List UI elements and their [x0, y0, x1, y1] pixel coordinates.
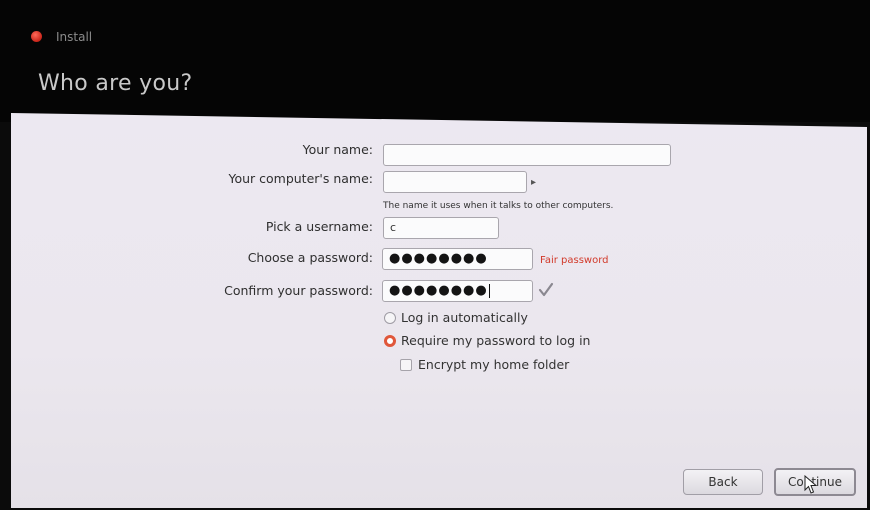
confirm-password-label: Confirm your password: [224, 283, 373, 298]
text-caret [488, 284, 490, 298]
confirm-password-value: ●●●●●●●● [389, 283, 488, 298]
page-title: Who are you? [38, 71, 193, 96]
computer-name-status-icon: ▸ [531, 177, 537, 188]
computer-name-field[interactable] [383, 171, 527, 193]
login-auto-label[interactable]: Log in automatically [401, 310, 528, 325]
app-label: Install [56, 30, 93, 44]
name-field[interactable] [383, 144, 671, 166]
mouse-pointer-icon [804, 475, 818, 494]
require-password-label[interactable]: Require my password to log in [401, 333, 590, 348]
computer-name-label: Your computer's name: [228, 171, 373, 186]
checkmark-icon [538, 282, 554, 297]
password-label: Choose a password: [247, 250, 373, 265]
installer-header: Install Who are you? [0, 0, 870, 122]
password-field[interactable]: ●●●●●●●● [382, 248, 533, 270]
computer-name-hint: The name it uses when it talks to other … [383, 201, 614, 211]
password-strength: Fair password [540, 255, 609, 266]
back-button[interactable]: Back [683, 469, 763, 495]
close-dot-icon[interactable] [31, 31, 42, 42]
who-are-you-panel: Your name: Your computer's name: ▸ The n… [11, 113, 867, 508]
confirm-password-field[interactable]: ●●●●●●●● [382, 280, 533, 302]
password-value: ●●●●●●●● [389, 251, 488, 266]
encrypt-home-checkbox[interactable] [400, 359, 412, 371]
login-auto-radio[interactable] [384, 312, 396, 324]
encrypt-home-label[interactable]: Encrypt my home folder [418, 357, 569, 372]
require-password-radio[interactable] [384, 335, 396, 347]
username-field[interactable]: c [383, 217, 499, 239]
name-label: Your name: [302, 142, 373, 157]
username-label: Pick a username: [265, 219, 373, 234]
